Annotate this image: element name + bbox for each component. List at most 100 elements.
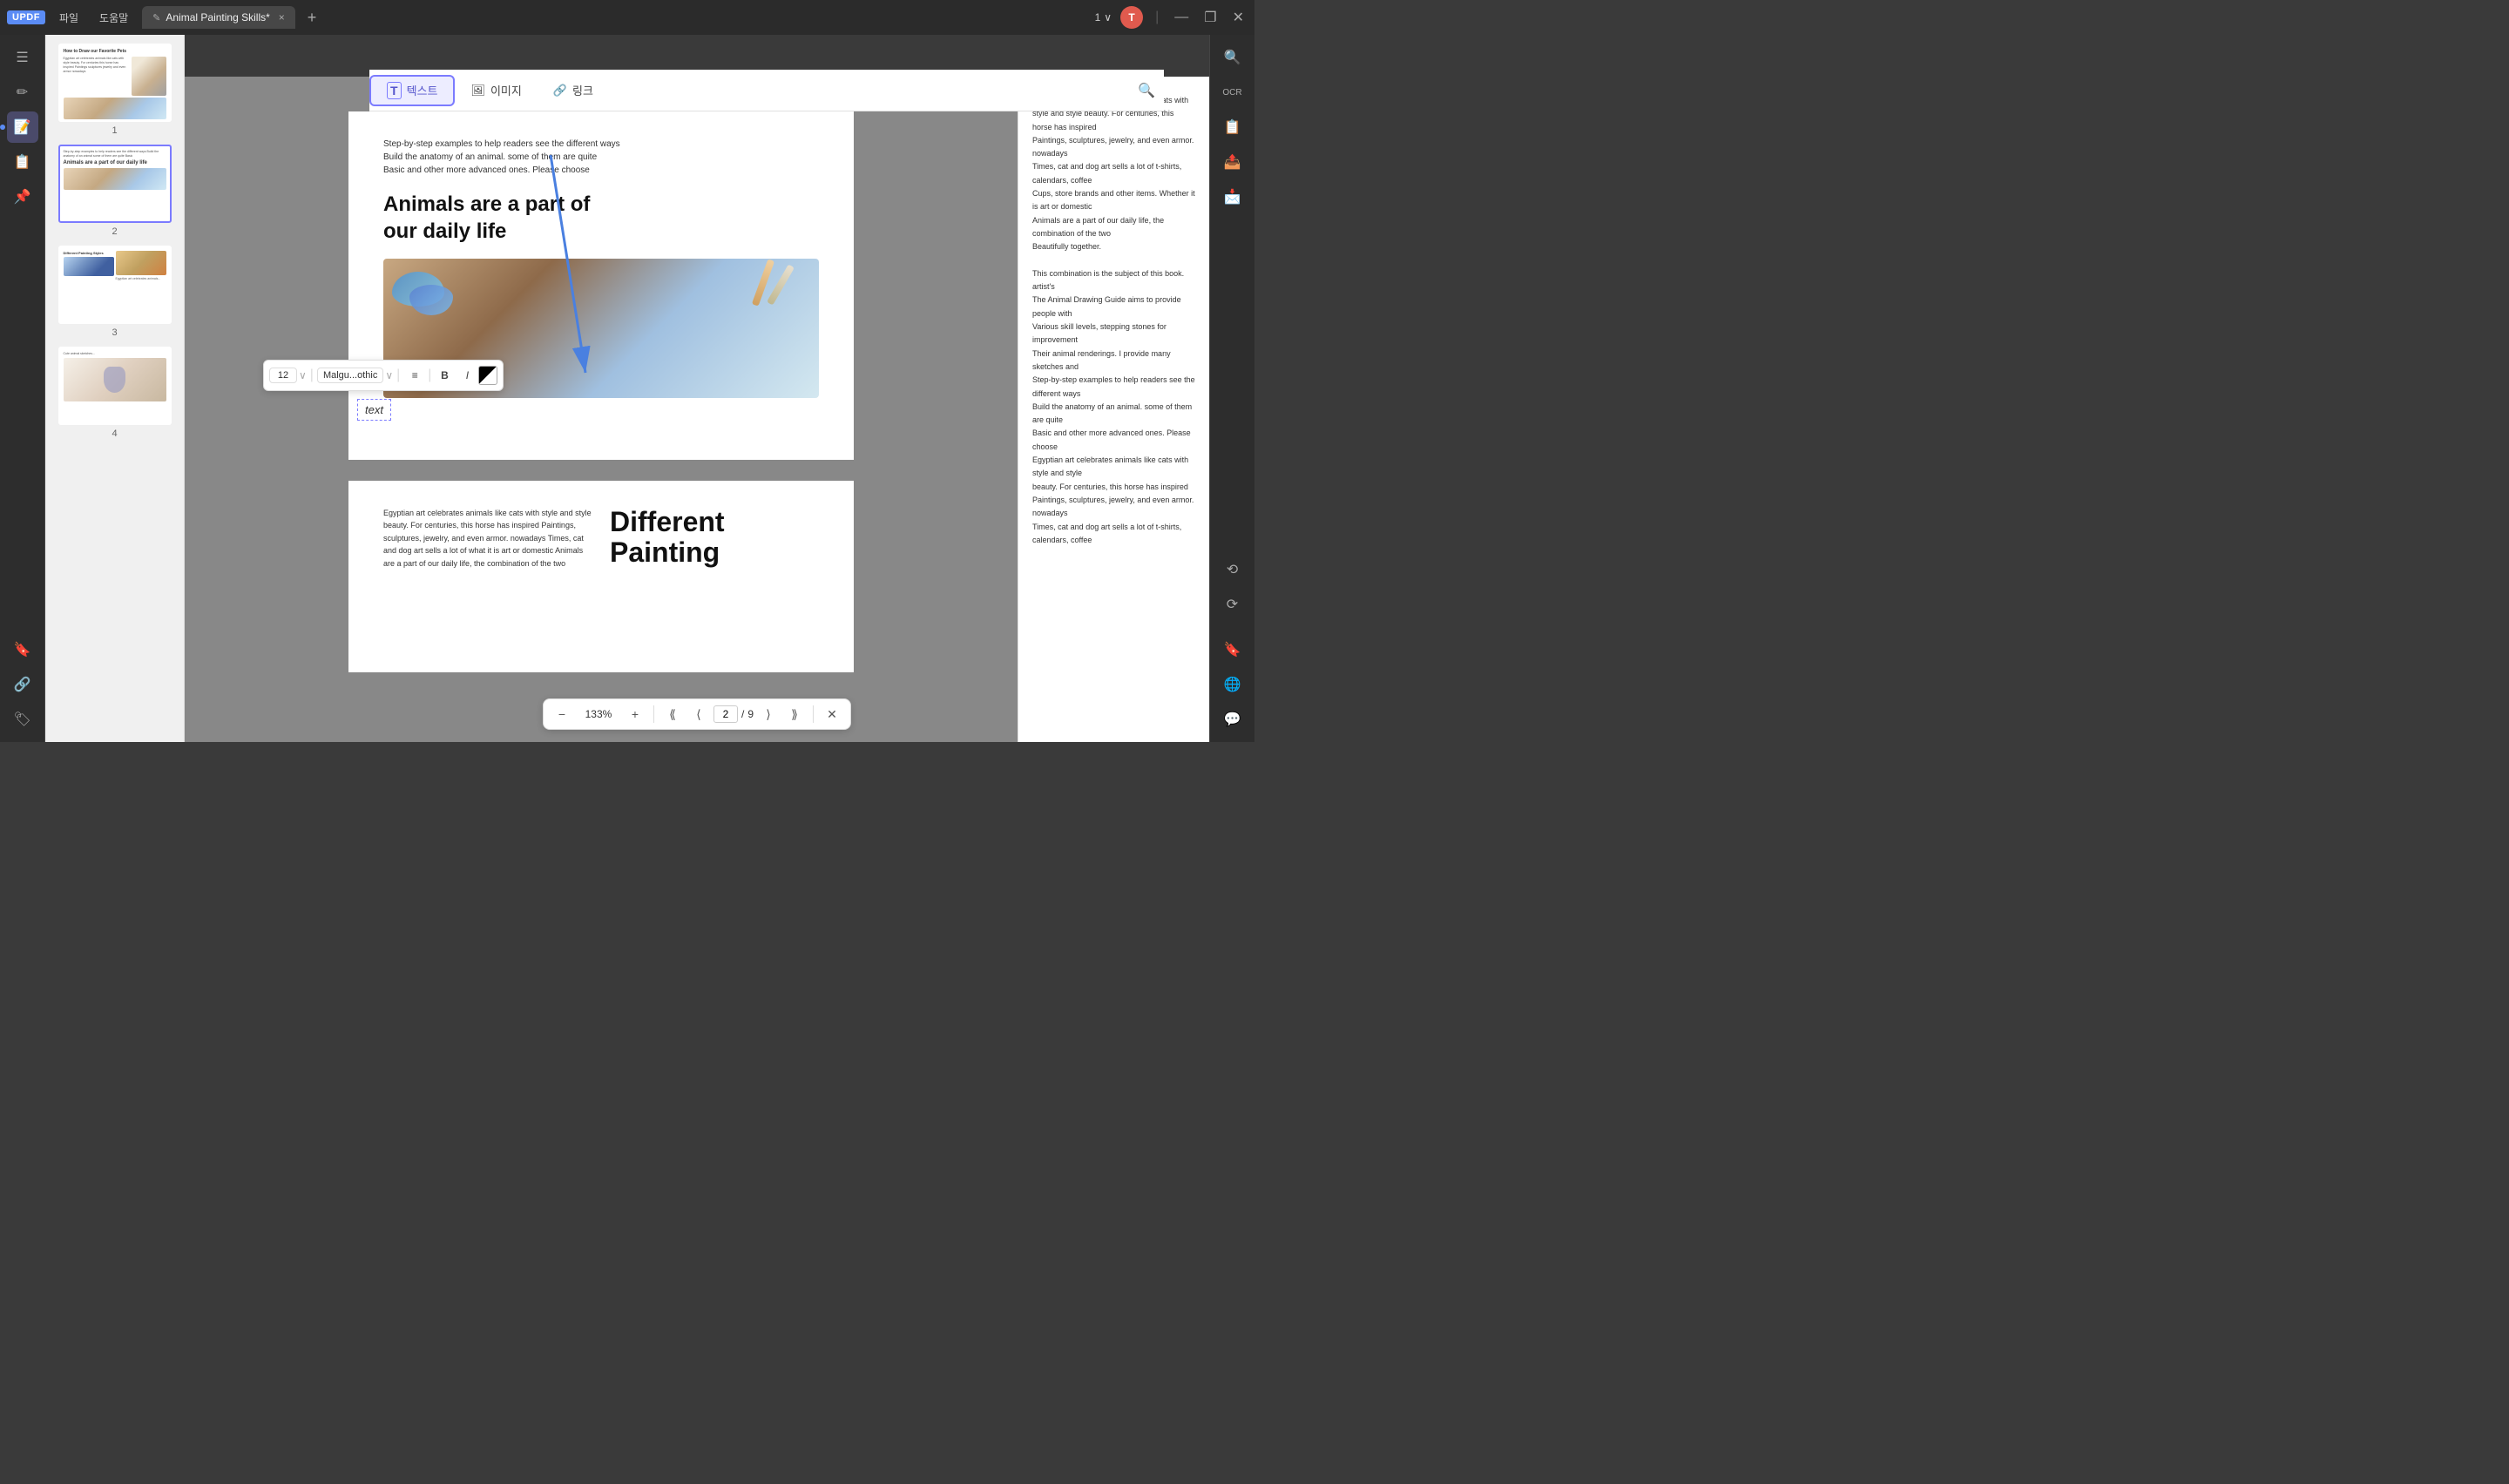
window-separator: | [1152,10,1162,25]
thumb1-dog-img [132,57,166,96]
pdf-page-3: Egyptian art celebrates animals like cat… [348,481,854,672]
close-btn[interactable]: ✕ [1229,9,1248,26]
image-tool-btn[interactable]: 🖼 이미지 [455,77,537,104]
first-page-btn[interactable]: ⟪ [661,703,684,725]
page-number-input[interactable] [713,705,738,723]
text-format-toolbar: 12 ∨ | Malgu...othic ∨ | ≡ | B I [263,360,504,391]
tab-close-btn[interactable]: × [279,11,285,24]
thumb-num-3: 3 [112,327,117,338]
color-swatch-btn[interactable] [478,366,497,385]
thumb4-animal [104,367,125,393]
butterfly-wing-2 [409,285,453,315]
link-tool-btn[interactable]: 🔗 링크 [538,77,609,104]
last-page-btn[interactable]: ⟫ [783,703,806,725]
right-icon-share[interactable]: 📤 [1217,146,1248,178]
thumb2-img [64,168,166,190]
right-icon-search[interactable]: 🔍 [1217,42,1248,73]
sidebar-icon-annotate[interactable]: 📝 [7,111,38,143]
app-logo: UPDF [7,10,45,24]
menu-file[interactable]: 파일 [52,10,85,25]
right-icon-redo[interactable]: ⟳ [1217,589,1248,620]
page-top-text: Step-by-step examples to help readers se… [383,138,819,177]
pdf-page-2: Step-by-step examples to help readers se… [348,111,854,460]
thumb2-heading: Animals are a part of our daily life [64,160,166,166]
right-icon-ocr[interactable]: OCR [1217,77,1248,108]
nav-separator-2 [813,705,814,723]
thumb-box-4[interactable]: Cute animal sketches... [58,347,172,425]
right-icon-chat[interactable]: 💬 [1217,704,1248,735]
maximize-btn[interactable]: ❐ [1200,9,1220,26]
thumb3-heading: Different Painting Styles [64,251,114,255]
thumb3-col2: Egyptian art celebrates animals... [116,251,166,281]
thumbnail-3[interactable]: Different Painting Styles Egyptian art c… [52,246,177,338]
font-name-select[interactable]: Malgu...othic [317,368,383,383]
thumb-box-1[interactable]: How to Draw our Favorite Pets Egyptian a… [58,44,172,122]
sidebar-icon-menu[interactable]: ☰ [7,42,38,73]
text-tool-btn[interactable]: T 텍스트 [369,75,455,106]
zoom-level-display: 133% [577,708,620,720]
sidebar-icon-tag[interactable]: 🏷 [7,704,38,735]
right-text-panel: Egyptian art celebrates animals like cat… [1018,77,1209,742]
user-avatar[interactable]: T [1120,6,1143,29]
thumbnail-panel: How to Draw our Favorite Pets Egyptian a… [45,35,185,742]
main-content-scroll[interactable]: Step-by-step examples to help readers se… [185,77,1018,742]
menu-help[interactable]: 도움말 [92,10,135,25]
zoom-out-btn[interactable]: − [551,703,573,725]
page-heading: Animals are a part of our daily life [383,191,819,245]
image-icon: 🖼 [470,84,485,98]
prev-page-btn[interactable]: ⟨ [687,703,710,725]
next-page-btn[interactable]: ⟩ [757,703,780,725]
font-size-chevron[interactable]: ∨ [299,369,307,381]
thumb-content-1: How to Draw our Favorite Pets Egyptian a… [60,45,170,120]
active-indicator [0,125,5,130]
image-btn-label: 이미지 [490,82,522,98]
thumb3-col: Different Painting Styles [64,251,114,281]
active-tab[interactable]: ✎ Animal Painting Skills* × [142,6,295,29]
sidebar-icon-pages[interactable]: 📋 [7,146,38,178]
sidebar-icon-link2[interactable]: 🔗 [7,669,38,700]
text-icon: T [387,82,402,99]
thumb3-text: Egyptian art celebrates animals... [116,277,166,281]
minimize-btn[interactable]: — [1171,10,1192,25]
font-name-chevron[interactable]: ∨ [385,369,393,381]
second-page-right: Different Painting [610,507,819,570]
nav-separator [653,705,654,723]
text-btn-label: 텍스트 [407,82,438,98]
align-btn[interactable]: ≡ [403,364,426,387]
thumbnail-4[interactable]: Cute animal sketches... 4 [52,347,177,439]
thumb-content-3: Different Painting Styles Egyptian art c… [60,247,170,322]
right-icon-undo[interactable]: ⟲ [1217,554,1248,585]
thumb-box-2[interactable]: Step-by-step examples to help readers se… [58,145,172,223]
second-heading: Different Painting [610,507,819,568]
sidebar-icon-bookmark[interactable]: 🔖 [7,634,38,665]
edit-toolbar: T 텍스트 🖼 이미지 🔗 링크 🔍 [369,70,1164,111]
text-box-edit[interactable]: text [357,399,391,421]
font-size-input[interactable]: 12 [269,368,297,383]
search-icon[interactable]: 🔍 [1138,82,1155,99]
thumb-box-3[interactable]: Different Painting Styles Egyptian art c… [58,246,172,324]
right-icon-global[interactable]: 🌐 [1217,669,1248,700]
bold-btn[interactable]: B [433,364,456,387]
content-wrapper: Step-by-step examples to help readers se… [185,77,1209,742]
thumbnail-2[interactable]: Step-by-step examples to help readers se… [52,145,177,237]
thumb-num-4: 4 [112,428,117,439]
text-box-value[interactable]: text [365,403,383,416]
new-tab-btn[interactable]: + [302,9,322,27]
nav-close-btn[interactable]: ✕ [821,703,843,725]
zoom-in-btn[interactable]: + [624,703,646,725]
tab-title: Animal Painting Skills* [166,11,269,24]
right-icon-email[interactable]: 📩 [1217,181,1248,212]
title-bar-right: 1 ∨ T | — ❐ ✕ [1095,6,1248,29]
italic-btn[interactable]: I [456,364,478,387]
right-panel-text: Egyptian art celebrates animals like cat… [1032,94,1195,547]
thumb3-img1 [64,257,114,276]
sidebar-icon-edit[interactable]: ✏ [7,77,38,108]
sidebar-icon-organize[interactable]: 📌 [7,181,38,212]
thumb4-text: Cute animal sketches... [64,352,166,355]
right-icon-extract[interactable]: 📋 [1217,111,1248,143]
right-icon-bookmark[interactable]: 🔖 [1217,634,1248,665]
thumb2-text: Step-by-step examples to help readers se… [64,150,166,159]
link-btn-label: 링크 [572,82,593,98]
thumbnail-1[interactable]: How to Draw our Favorite Pets Egyptian a… [52,44,177,136]
thumb3-img2 [116,251,166,275]
